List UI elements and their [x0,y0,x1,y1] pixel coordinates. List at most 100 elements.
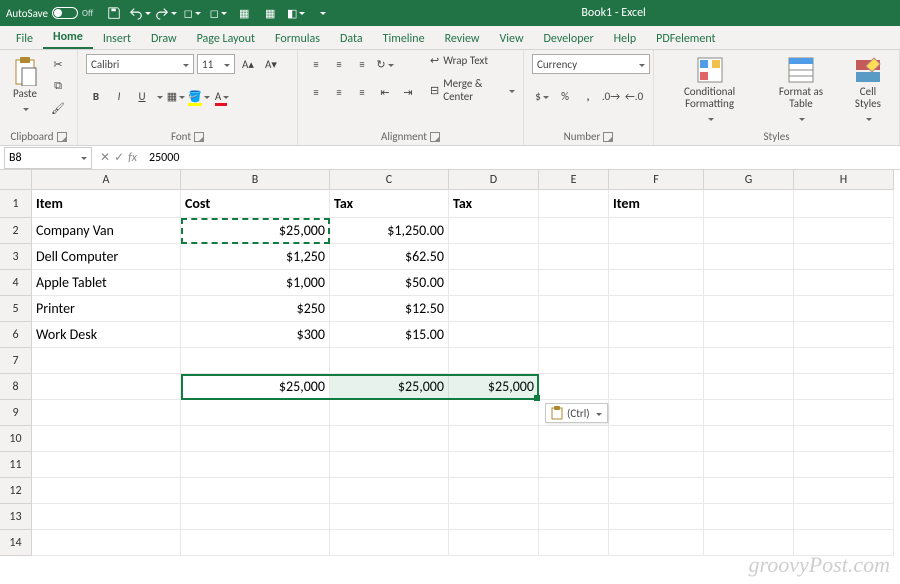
cell-B5[interactable]: $250 [181,296,330,322]
cell-A7[interactable] [32,348,181,374]
cell-F1[interactable]: Item [609,190,704,218]
cell-H14[interactable] [794,530,894,556]
row-header-1[interactable]: 1 [0,190,32,218]
cell-G9[interactable] [704,400,794,426]
cell-C3[interactable]: $62.50 [330,244,449,270]
cell-F3[interactable] [609,244,704,270]
cell-C4[interactable]: $50.00 [330,270,449,296]
cell-G6[interactable] [704,322,794,348]
align-middle-icon[interactable]: ≡ [329,54,349,74]
comma-format-icon[interactable]: , [578,86,598,106]
tab-view[interactable]: View [489,28,533,49]
cell-B14[interactable] [181,530,330,556]
cell-G4[interactable] [704,270,794,296]
col-header-D[interactable]: D [449,170,539,190]
qat-item-4[interactable]: ▦ [259,2,281,24]
cell-C10[interactable] [330,426,449,452]
tab-help[interactable]: Help [604,28,647,49]
cell-G2[interactable] [704,218,794,244]
row-header-14[interactable]: 14 [0,530,32,556]
dialog-launcher-icon[interactable] [603,132,613,142]
cell-E4[interactable] [539,270,609,296]
cell-H9[interactable] [794,400,894,426]
merge-center-button[interactable]: ⊟Merge & Center [430,77,515,103]
cell-H10[interactable] [794,426,894,452]
cell-B9[interactable] [181,400,330,426]
cell-E13[interactable] [539,504,609,530]
underline-button[interactable]: U [132,86,152,106]
cell-D2[interactable] [449,218,539,244]
cell-H4[interactable] [794,270,894,296]
cell-C8[interactable]: $25,000 [330,374,449,400]
cell-D9[interactable] [449,400,539,426]
col-header-G[interactable]: G [704,170,794,190]
cell-E11[interactable] [539,452,609,478]
row-header-2[interactable]: 2 [0,218,32,244]
tab-pdfelement[interactable]: PDFelement [646,28,725,49]
paste-button[interactable]: Paste [8,54,42,117]
cell-G13[interactable] [704,504,794,530]
cell-E6[interactable] [539,322,609,348]
cell-B6[interactable]: $300 [181,322,330,348]
cell-G7[interactable] [704,348,794,374]
tab-timeline[interactable]: Timeline [373,28,435,49]
name-box[interactable]: B8 [4,147,92,169]
cell-G10[interactable] [704,426,794,452]
borders-icon[interactable]: ▦ [166,86,186,106]
tab-page-layout[interactable]: Page Layout [187,28,265,49]
cell-D5[interactable] [449,296,539,322]
decrease-indent-icon[interactable]: ⇤ [375,82,395,102]
cell-B8[interactable]: $25,000 [181,374,330,400]
autosave-toggle[interactable]: AutoSave Off [6,7,93,20]
row-header-6[interactable]: 6 [0,322,32,348]
cell-C9[interactable] [330,400,449,426]
cell-F7[interactable] [609,348,704,374]
cell-G1[interactable] [704,190,794,218]
cell-F12[interactable] [609,478,704,504]
cell-H7[interactable] [794,348,894,374]
cell-C5[interactable]: $12.50 [330,296,449,322]
cell-D7[interactable] [449,348,539,374]
cell-A8[interactable] [32,374,181,400]
cell-H2[interactable] [794,218,894,244]
cell-D10[interactable] [449,426,539,452]
cell-E12[interactable] [539,478,609,504]
cell-G12[interactable] [704,478,794,504]
redo-icon[interactable] [155,2,177,24]
italic-button[interactable]: I [109,86,129,106]
align-left-icon[interactable]: ≡ [306,82,326,102]
decrease-font-icon[interactable]: A▾ [261,54,281,74]
cell-G3[interactable] [704,244,794,270]
font-color-icon[interactable]: A [212,86,232,106]
cell-C11[interactable] [330,452,449,478]
cell-C12[interactable] [330,478,449,504]
cell-C6[interactable]: $15.00 [330,322,449,348]
cell-B11[interactable] [181,452,330,478]
cell-C13[interactable] [330,504,449,530]
cell-D4[interactable] [449,270,539,296]
cell-H11[interactable] [794,452,894,478]
tab-formulas[interactable]: Formulas [265,28,330,49]
cell-D12[interactable] [449,478,539,504]
tab-draw[interactable]: Draw [141,28,187,49]
cell-E8[interactable] [539,374,609,400]
spreadsheet-grid[interactable]: ABCDEFGH 1ItemCostTaxTaxItem2Company Van… [0,170,900,584]
cell-A12[interactable] [32,478,181,504]
cell-B2[interactable]: $25,000 [181,218,330,244]
cell-B3[interactable]: $1,250 [181,244,330,270]
cell-A13[interactable] [32,504,181,530]
cell-A3[interactable]: Dell Computer [32,244,181,270]
row-header-7[interactable]: 7 [0,348,32,374]
cell-G8[interactable] [704,374,794,400]
qat-item-5[interactable]: ◧ [285,2,307,24]
qat-item-3[interactable]: ▦ [233,2,255,24]
undo-icon[interactable] [129,2,151,24]
enter-icon[interactable]: ✓ [114,150,124,165]
col-header-H[interactable]: H [794,170,894,190]
cell-F6[interactable] [609,322,704,348]
cell-B4[interactable]: $1,000 [181,270,330,296]
row-header-9[interactable]: 9 [0,400,32,426]
cell-B7[interactable] [181,348,330,374]
cell-F10[interactable] [609,426,704,452]
font-size-select[interactable]: 11 [197,54,235,74]
